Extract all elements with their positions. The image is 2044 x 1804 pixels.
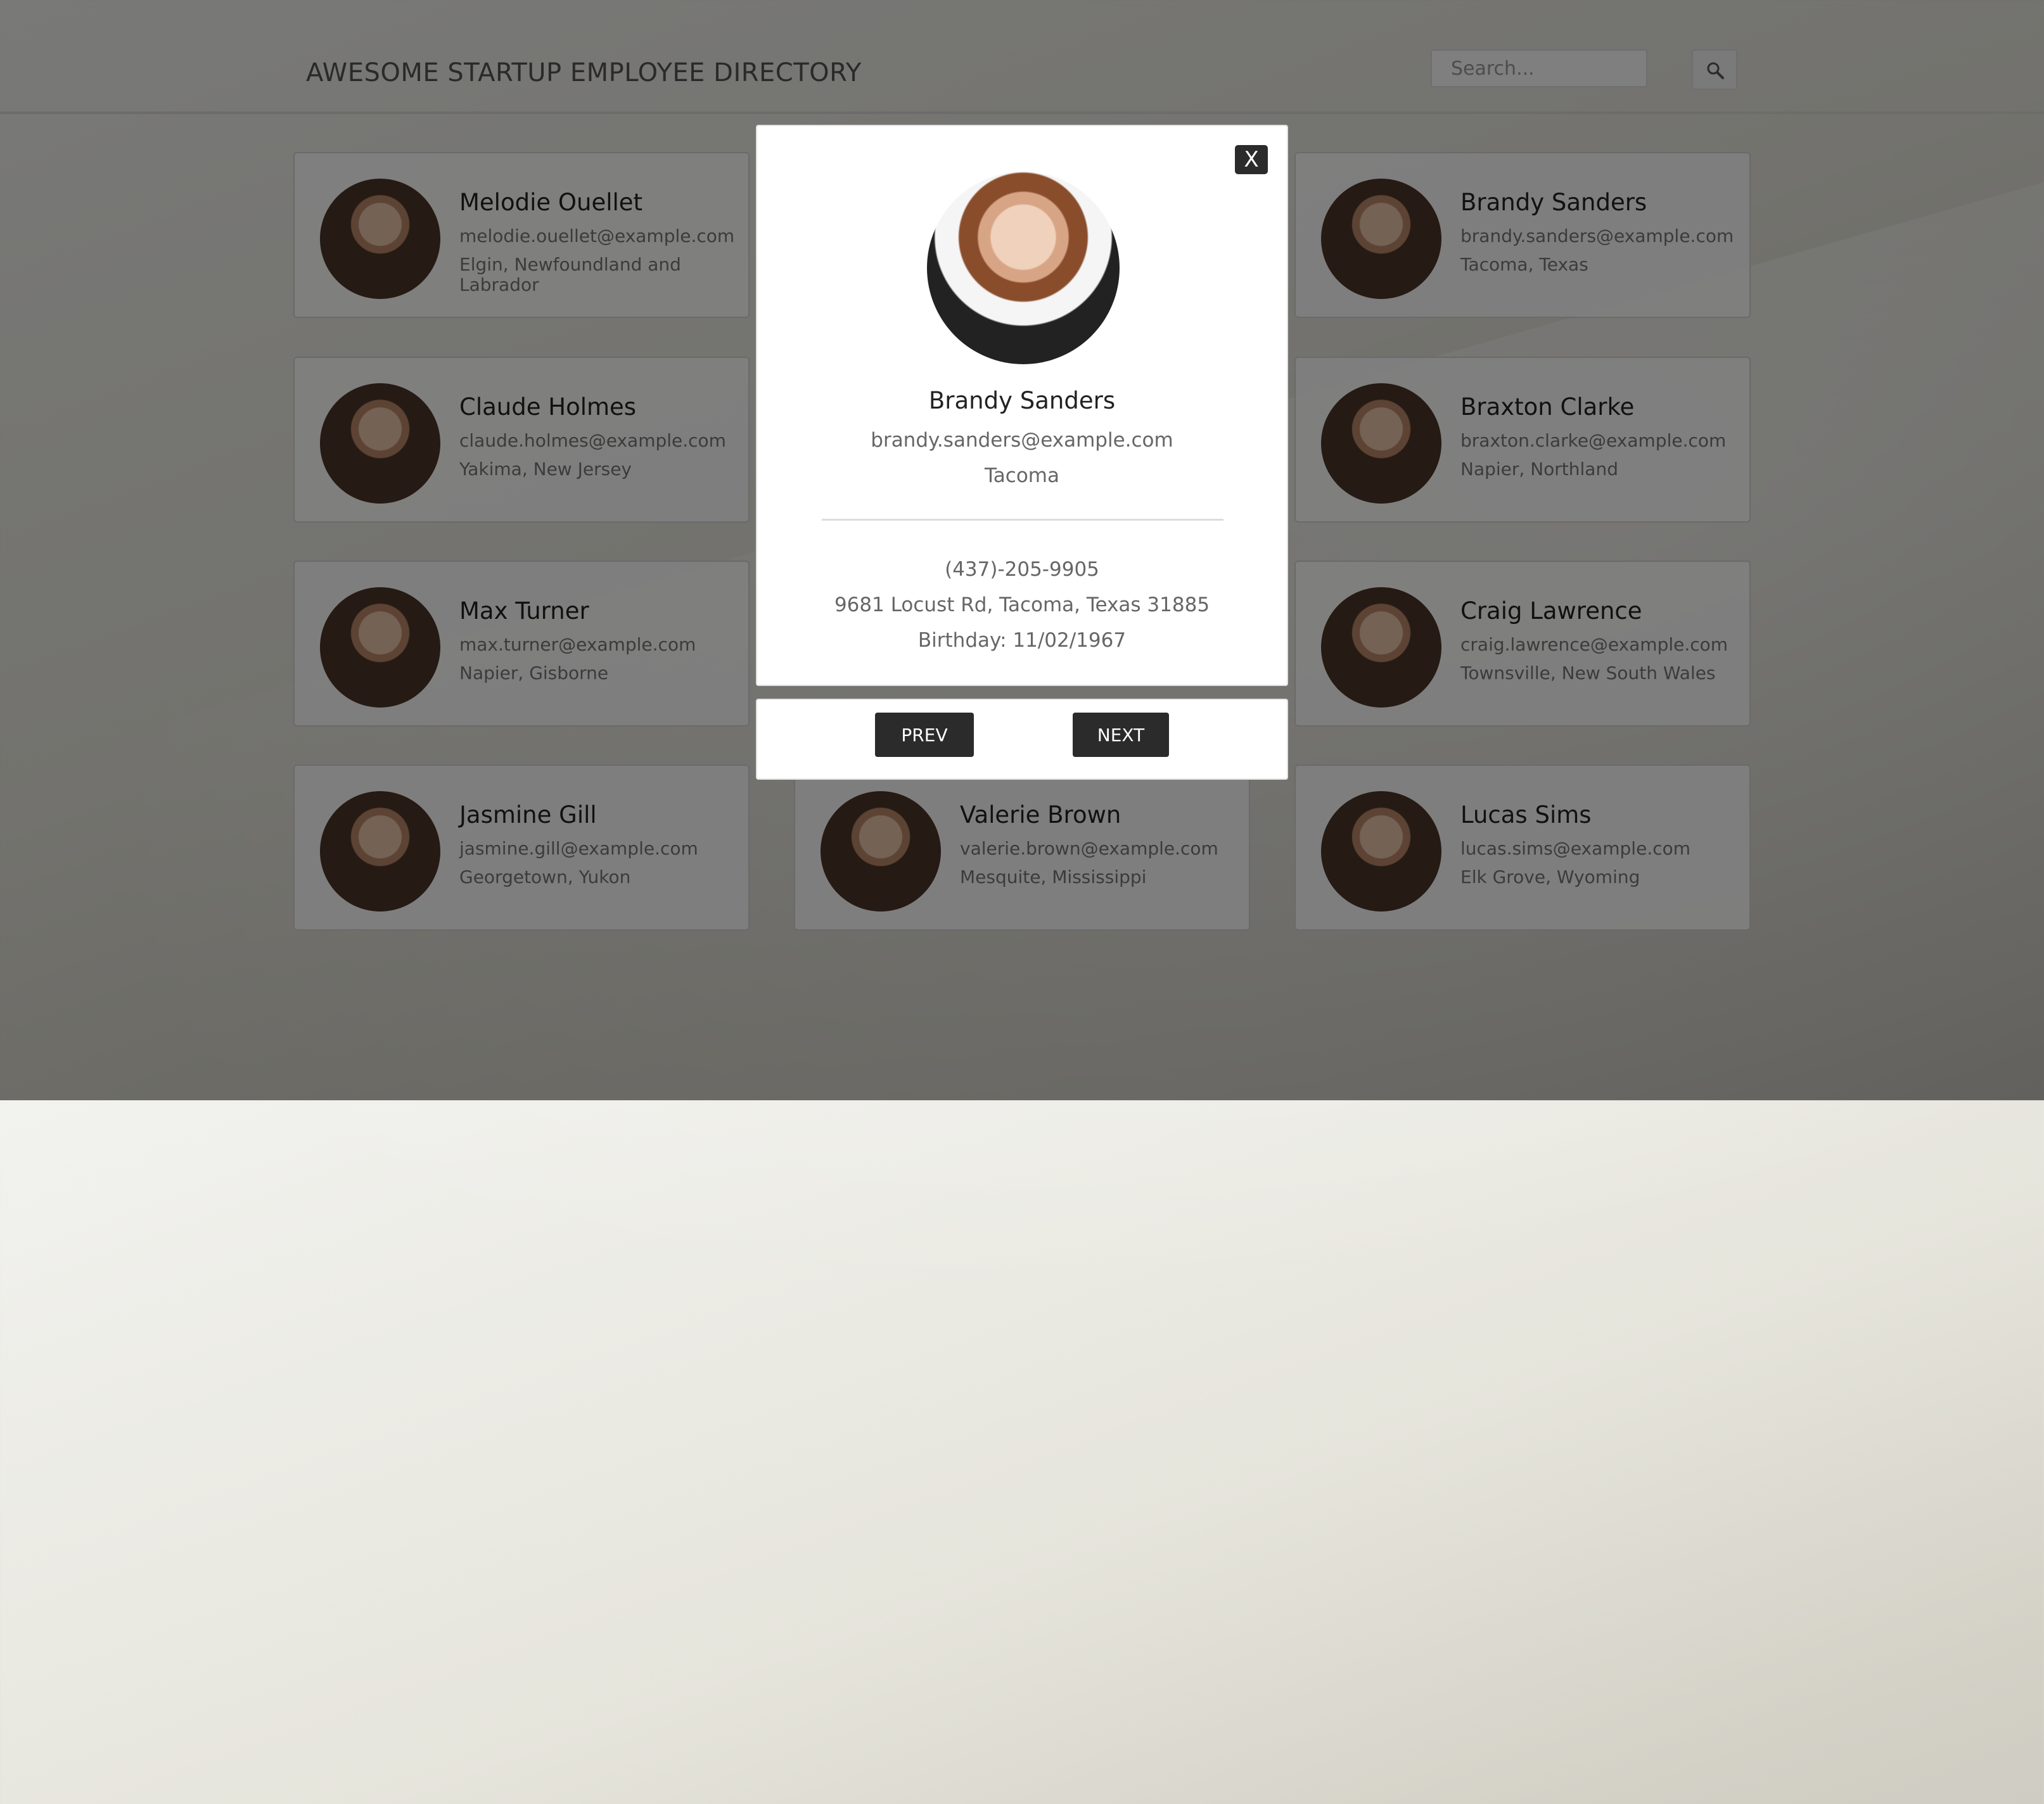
modal-phone: (437)-205-9905 <box>945 558 1099 581</box>
prev-button[interactable]: PREV <box>875 713 974 757</box>
modal-divider <box>822 519 1223 521</box>
modal-avatar <box>927 172 1120 364</box>
modal-birthday: Birthday: 11/02/1967 <box>917 629 1127 652</box>
next-button[interactable]: NEXT <box>1073 713 1169 757</box>
modal-navigation: PREV NEXT <box>756 699 1288 780</box>
close-button[interactable]: X <box>1235 145 1268 174</box>
modal-city: Tacoma <box>984 464 1059 487</box>
modal-name: Brandy Sanders <box>928 387 1116 414</box>
employee-modal: X Brandy Sanders brandy.sanders@example.… <box>756 125 1288 686</box>
modal-address: 9681 Locust Rd, Tacoma, Texas 31885 <box>834 594 1210 616</box>
modal-email: brandy.sanders@example.com <box>871 429 1173 452</box>
